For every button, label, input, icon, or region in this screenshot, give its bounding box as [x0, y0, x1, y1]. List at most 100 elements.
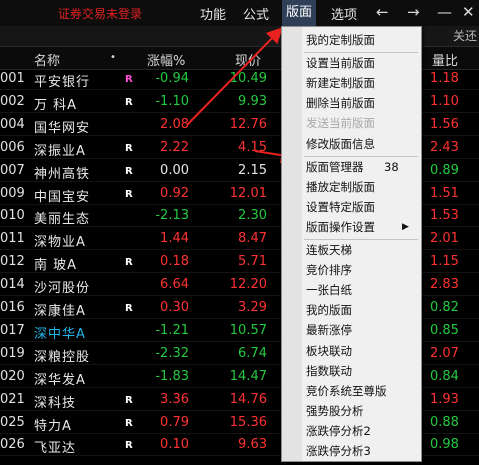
stock-name[interactable]: 飞亚达 [34, 437, 76, 456]
menu-item[interactable]: 涨跌停分析2 [306, 422, 418, 440]
menu-item[interactable]: 竞价系统至尊版 [306, 382, 418, 400]
stock-code: 002 [0, 93, 25, 109]
stock-name[interactable]: 深科技 [34, 392, 76, 411]
stock-name[interactable]: 深华发A [34, 369, 86, 388]
change-percent: -2.13 [155, 208, 189, 224]
change-percent: 1.44 [160, 231, 189, 247]
current-price: 9.93 [238, 93, 267, 109]
stock-code: 020 [0, 368, 25, 384]
volume-ratio: 0.82 [430, 300, 459, 315]
volume-ratio: 1.51 [430, 185, 459, 201]
stock-name[interactable]: 万 科A [34, 94, 77, 113]
menu-function[interactable]: 功能 [200, 4, 226, 23]
menu-item[interactable]: 修改版面信息 [306, 135, 418, 153]
menu-item[interactable]: 最新涨停 [306, 321, 418, 339]
menu-item[interactable]: 版面管理器 38 [306, 158, 418, 176]
current-price: 14.47 [229, 368, 267, 384]
menu-item[interactable]: 我的定制版面 [306, 31, 418, 49]
current-price: 2.15 [238, 162, 267, 178]
arrow-left-icon[interactable]: ← [376, 3, 389, 21]
volume-ratio: 0.98 [430, 437, 459, 453]
current-price: 10.57 [229, 322, 267, 338]
change-percent: -0.94 [155, 71, 189, 86]
stock-code: 012 [0, 254, 25, 270]
menu-item-label: 设置当前版面 [306, 56, 375, 71]
menu-item-label: 新建定制版面 [306, 76, 375, 91]
menu-options[interactable]: 选项 [331, 4, 357, 23]
change-percent: -1.10 [155, 93, 189, 109]
stock-name[interactable]: 深中华A [34, 323, 86, 342]
volume-ratio: 1.93 [430, 391, 459, 407]
stock-name[interactable]: 国华网安 [34, 117, 90, 136]
stock-code: 021 [0, 391, 25, 407]
menu-item[interactable]: 我的版面 [306, 301, 418, 319]
margin-flag-badge: R [125, 394, 133, 406]
volume-ratio: 1.53 [430, 208, 459, 224]
login-status[interactable]: 证券交易未登录 [58, 5, 142, 22]
stock-code: 009 [0, 185, 25, 201]
stock-name[interactable]: 深粮控股 [34, 346, 90, 365]
menu-formula[interactable]: 公式 [243, 4, 269, 23]
menu-item[interactable]: 强势股分析 [306, 402, 418, 420]
header-name[interactable]: 名称 [34, 50, 60, 69]
stock-name[interactable]: 沙河股份 [34, 277, 90, 296]
menu-item[interactable]: 涨跌停分析3 [306, 442, 418, 460]
menu-item-label: 连板天梯 [306, 243, 352, 257]
change-percent: 2.22 [160, 139, 189, 155]
stock-name[interactable]: 深物业A [34, 231, 86, 250]
stock-name[interactable]: 特力A [34, 415, 72, 434]
volume-ratio: 1.18 [430, 71, 459, 86]
stock-name[interactable]: 中国宝安 [34, 186, 90, 205]
stock-code: 010 [0, 208, 25, 224]
change-percent: 6.64 [160, 277, 189, 293]
current-price: 9.63 [238, 437, 267, 453]
menu-item-label: 我的版面 [306, 303, 352, 318]
layout-dropdown-menu: 我的定制版面 设置当前版面 新建定制版面 删除当前版面 发送当前版面 修改版面信息 版面管理… [281, 26, 422, 462]
stock-name[interactable]: 神州高铁 [34, 163, 90, 182]
change-percent: 0.18 [160, 254, 189, 270]
menu-item[interactable]: 设置特定版面 [306, 198, 418, 216]
change-percent: 0.79 [160, 414, 189, 430]
header-dot: • [110, 52, 116, 63]
header-volume-ratio[interactable]: 量比 [432, 50, 458, 69]
menu-item[interactable]: 板块联动 [306, 342, 418, 360]
header-change[interactable]: 涨幅% [147, 50, 185, 69]
menu-item[interactable]: 新建定制版面 [306, 74, 418, 92]
menu-item-label: 版面操作设置 [306, 219, 375, 234]
margin-flag-badge: R [125, 188, 133, 200]
subbar-right-label[interactable]: 关还 [453, 27, 477, 44]
menu-separator [304, 239, 418, 240]
change-percent: 3.36 [160, 391, 189, 407]
stock-code: 014 [0, 277, 25, 293]
menu-item[interactable]: 播放定制版面 [306, 178, 418, 196]
stock-code: 019 [0, 345, 25, 361]
stock-name[interactable]: 美丽生态 [34, 208, 90, 227]
stock-name[interactable]: 南 玻A [34, 254, 77, 273]
volume-ratio: 1.15 [430, 254, 459, 270]
menu-item[interactable]: 删除当前版面 [306, 94, 418, 112]
close-icon[interactable]: ✕ [462, 3, 475, 21]
menu-item[interactable]: 竞价排序 [306, 261, 418, 279]
menu-item[interactable]: 连板天梯 [306, 241, 418, 259]
minimize-icon[interactable]: — [437, 3, 452, 21]
menu-item-label: 强势股分析 [306, 403, 364, 418]
change-percent: -1.83 [155, 368, 189, 384]
menu-item[interactable]: 版面操作设置 ▶ [306, 218, 418, 236]
menu-item[interactable]: 指数联动 [306, 362, 418, 380]
menu-item-label: 板块联动 [306, 343, 352, 358]
menu-item[interactable]: 设置当前版面 [306, 54, 418, 72]
menu-item-label: 删除当前版面 [306, 96, 375, 111]
menu-shortcut: 38 [384, 159, 399, 174]
stock-name[interactable]: 深振业A [34, 140, 86, 159]
stock-name[interactable]: 平安银行 [34, 71, 90, 90]
menu-layout[interactable]: 版面 [282, 0, 317, 26]
header-price[interactable]: 现价 [235, 50, 261, 69]
menu-item[interactable]: 一张白纸 [306, 281, 418, 299]
stock-name[interactable]: 深康佳A [34, 300, 86, 319]
change-percent: 0.00 [160, 162, 189, 178]
current-price: 10.49 [229, 71, 267, 86]
margin-flag-badge: R [125, 142, 133, 154]
arrow-right-icon[interactable]: → [407, 3, 420, 21]
volume-ratio: 0.85 [430, 322, 459, 338]
current-price: 8.47 [238, 231, 267, 247]
